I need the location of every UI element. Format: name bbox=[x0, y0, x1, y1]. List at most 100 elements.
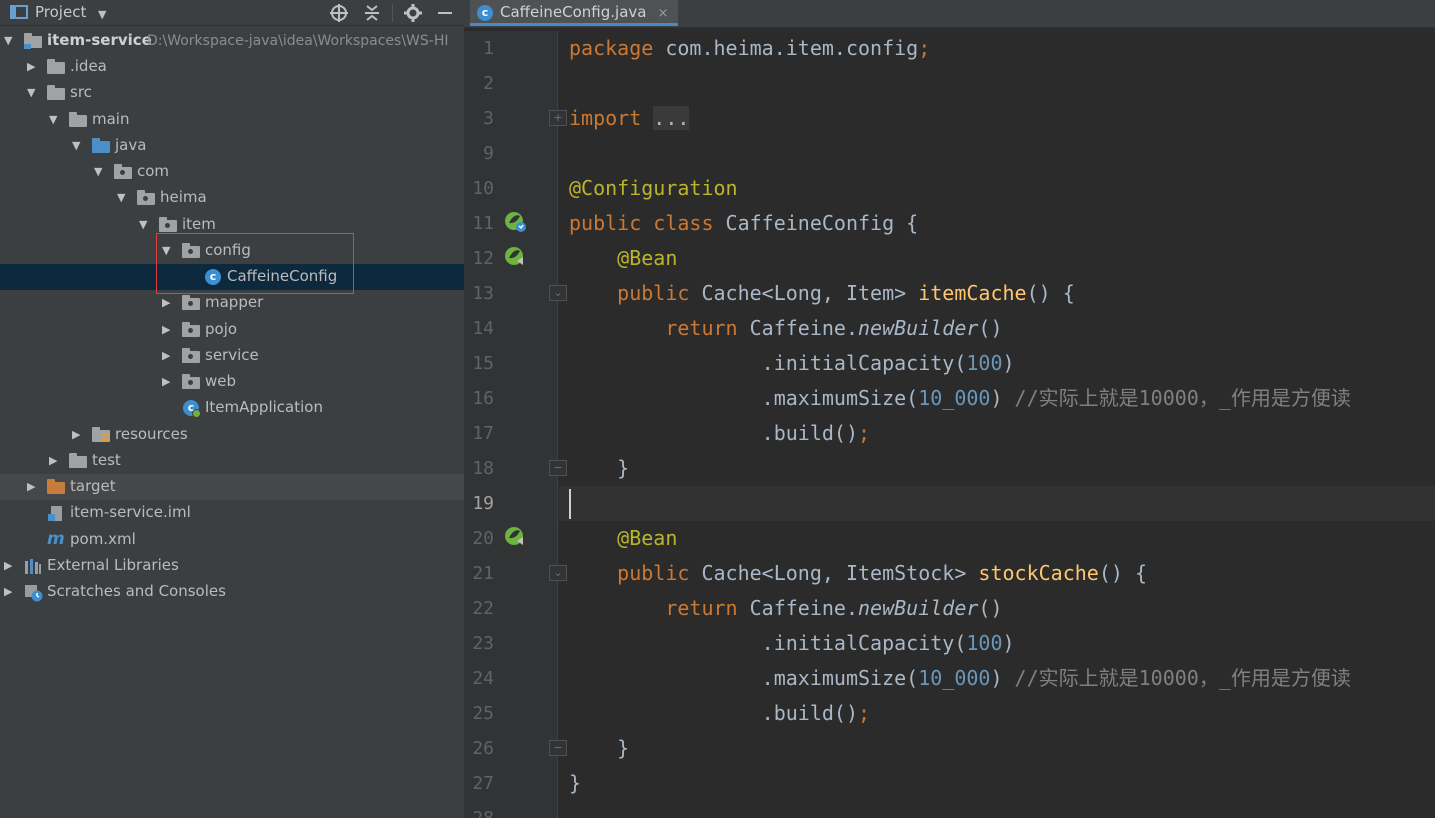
number: 100 bbox=[966, 351, 1003, 375]
tree-item-pom[interactable]: m pom.xml bbox=[0, 527, 464, 553]
folder-icon bbox=[47, 85, 65, 101]
package-name: com.heima.item.config bbox=[653, 36, 919, 60]
project-view-selector[interactable]: Project bbox=[35, 3, 86, 22]
tree-item-service[interactable]: ▶ service bbox=[0, 343, 464, 369]
method-call: .build() bbox=[761, 701, 858, 725]
code-line: .build(); bbox=[569, 416, 870, 451]
resources-folder-icon bbox=[92, 427, 110, 443]
expand-arrow-icon[interactable]: ▼ bbox=[139, 218, 151, 232]
code-line: @Configuration bbox=[569, 171, 738, 206]
line-number: 2 bbox=[483, 73, 494, 94]
line-number: 21 bbox=[472, 563, 494, 584]
class-icon: c bbox=[477, 5, 493, 21]
tree-item-scratches[interactable]: ▶ Scratches and Consoles bbox=[0, 579, 464, 605]
tree-item-main[interactable]: ▼ main bbox=[0, 107, 464, 133]
chevron-down-icon[interactable]: ▼ bbox=[98, 6, 106, 24]
folder-icon bbox=[69, 112, 87, 128]
code-line: import ... bbox=[569, 101, 690, 136]
collapse-arrow-icon[interactable]: ▶ bbox=[72, 428, 84, 442]
tree-item-iml[interactable]: item-service.iml bbox=[0, 500, 464, 526]
code-line: .maximumSize(10_000) //实际上就是10000，_作用是方便… bbox=[569, 661, 1351, 696]
collapse-arrow-icon[interactable]: ▶ bbox=[27, 480, 39, 494]
package-icon bbox=[137, 190, 155, 206]
tree-item-label: External Libraries bbox=[47, 556, 179, 574]
tree-item-label: ItemApplication bbox=[205, 398, 323, 416]
tree-item-item-service[interactable]: ▼ item-service D:\Workspace-java\idea\Wo… bbox=[0, 28, 464, 54]
tree-item-src[interactable]: ▼ src bbox=[0, 80, 464, 106]
number: 100 bbox=[966, 631, 1003, 655]
tree-item-java[interactable]: ▼ java bbox=[0, 133, 464, 159]
tree-item-label: resources bbox=[115, 425, 188, 443]
collapse-arrow-icon[interactable]: ▶ bbox=[4, 559, 16, 573]
tree-item-com[interactable]: ▼ com bbox=[0, 159, 464, 185]
line-number: 12 bbox=[472, 248, 494, 269]
close-icon[interactable]: × bbox=[658, 6, 669, 21]
line-number: 9 bbox=[483, 143, 494, 164]
text-caret bbox=[569, 489, 571, 519]
expand-arrow-icon[interactable]: ▼ bbox=[94, 165, 106, 179]
keyword: public bbox=[617, 561, 690, 585]
code-line: public Cache<Long, ItemStock> stockCache… bbox=[569, 556, 1147, 591]
line-number: 26 bbox=[472, 738, 494, 759]
line-number: 25 bbox=[472, 703, 494, 724]
tree-item-external-libraries[interactable]: ▶ External Libraries bbox=[0, 553, 464, 579]
tree-item-label: pom.xml bbox=[70, 530, 136, 548]
tree-item-heima[interactable]: ▼ heima bbox=[0, 185, 464, 211]
tree-item-resources[interactable]: ▶ resources bbox=[0, 422, 464, 448]
locate-icon[interactable] bbox=[330, 4, 348, 26]
tab-caffeineconfig[interactable]: c CaffeineConfig.java × bbox=[470, 0, 679, 26]
fold-end-icon[interactable]: − bbox=[549, 460, 567, 476]
collapse-all-icon[interactable] bbox=[364, 4, 380, 26]
line-number: 19 bbox=[472, 493, 494, 514]
punctuation: ) bbox=[990, 386, 1003, 410]
punctuation: ) bbox=[1002, 351, 1015, 375]
tree-item-itemapplication[interactable]: c ItemApplication bbox=[0, 395, 464, 421]
tree-item-target[interactable]: ▶ target bbox=[0, 474, 464, 500]
collapse-arrow-icon[interactable]: ▶ bbox=[27, 60, 39, 74]
gear-icon[interactable] bbox=[404, 4, 422, 26]
collapse-arrow-icon[interactable]: ▶ bbox=[4, 585, 16, 599]
tree-item-test[interactable]: ▶ test bbox=[0, 448, 464, 474]
punctuation: } bbox=[617, 736, 630, 760]
expand-arrow-icon[interactable]: ▼ bbox=[49, 113, 61, 127]
folded-imports[interactable]: ... bbox=[653, 106, 690, 130]
collapse-arrow-icon[interactable]: ▶ bbox=[162, 375, 174, 389]
code-line: } bbox=[569, 766, 581, 801]
expand-arrow-icon[interactable]: ▼ bbox=[72, 139, 84, 153]
collapse-arrow-icon[interactable]: ▶ bbox=[49, 454, 61, 468]
code-line: .initialCapacity(100) bbox=[569, 626, 1015, 661]
spring-bean-gutter-icon[interactable] bbox=[503, 245, 527, 269]
spring-bean-gutter-icon[interactable] bbox=[503, 525, 527, 549]
static-method: newBuilder bbox=[858, 596, 979, 620]
expand-arrow-icon[interactable]: ▼ bbox=[117, 191, 129, 205]
tree-item-idea[interactable]: ▶ .idea bbox=[0, 54, 464, 80]
number: 10_000 bbox=[918, 666, 991, 690]
collapse-arrow-icon[interactable]: ▶ bbox=[162, 349, 174, 363]
line-number: 16 bbox=[472, 388, 494, 409]
spring-config-gutter-icon[interactable] bbox=[503, 210, 527, 234]
code-line: .initialCapacity(100) bbox=[569, 346, 1015, 381]
semicolon: ; bbox=[857, 421, 871, 445]
fold-expand-icon[interactable]: + bbox=[549, 110, 567, 126]
line-number: 13 bbox=[472, 283, 494, 304]
tree-item-web[interactable]: ▶ web bbox=[0, 369, 464, 395]
collapse-arrow-icon[interactable]: ▶ bbox=[162, 296, 174, 310]
fold-collapse-icon[interactable]: ⌄ bbox=[549, 565, 567, 581]
code-editor: c CaffeineConfig.java × 1 2 3 9 10 11 12… bbox=[464, 0, 1435, 818]
line-number: 28 bbox=[464, 801, 494, 818]
fold-end-icon[interactable]: − bbox=[549, 740, 567, 756]
keyword: package bbox=[569, 36, 654, 60]
punctuation: () bbox=[978, 316, 1003, 340]
highlight-annotation-box bbox=[156, 233, 354, 294]
tree-item-pojo[interactable]: ▶ pojo bbox=[0, 317, 464, 343]
fold-collapse-icon[interactable]: ⌄ bbox=[549, 285, 567, 301]
minimize-icon[interactable] bbox=[437, 4, 453, 26]
tree-item-label: main bbox=[92, 110, 130, 128]
expand-arrow-icon[interactable]: ▼ bbox=[27, 86, 39, 100]
tab-label: CaffeineConfig.java bbox=[500, 3, 647, 21]
collapse-arrow-icon[interactable]: ▶ bbox=[162, 323, 174, 337]
code-line: @Bean bbox=[569, 241, 677, 276]
semicolon: ; bbox=[918, 36, 931, 60]
code-line: return Caffeine.newBuilder() bbox=[569, 311, 1003, 346]
expand-arrow-icon[interactable]: ▼ bbox=[4, 34, 16, 48]
